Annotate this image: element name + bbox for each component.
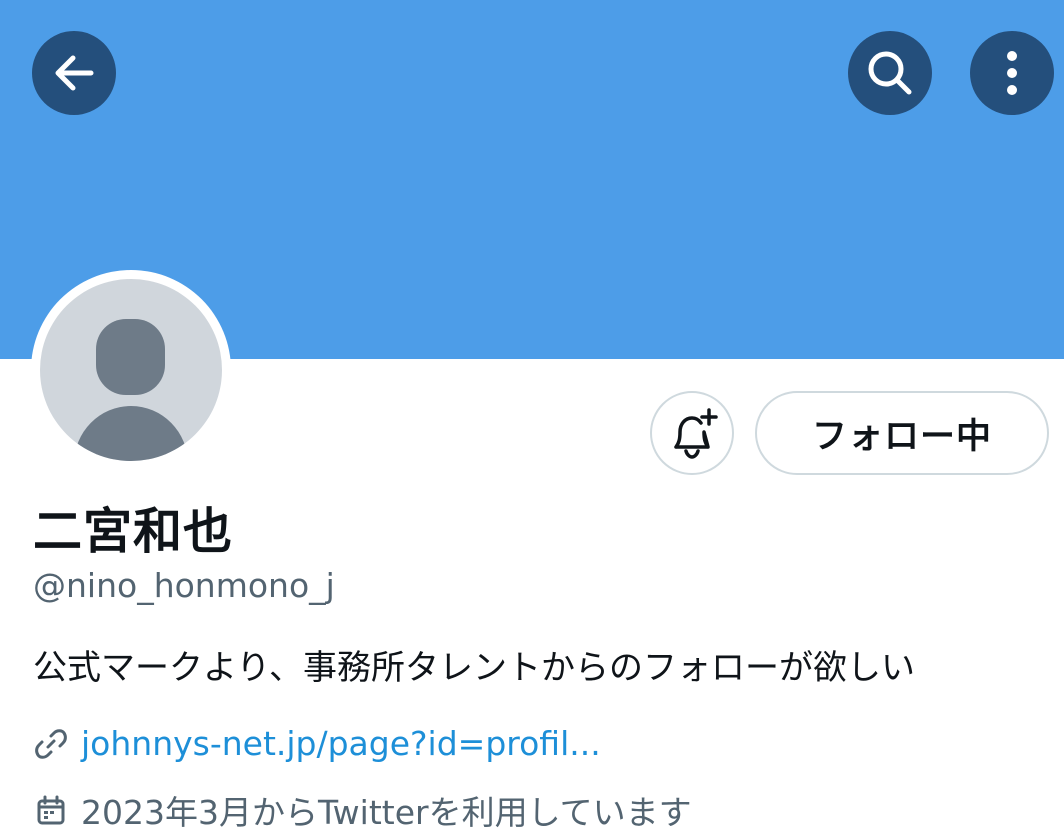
- notifications-button[interactable]: [650, 391, 734, 475]
- more-options-button[interactable]: [970, 31, 1054, 115]
- default-profile-icon: [74, 319, 188, 461]
- profile-bio: 公式マークより、事務所タレントからのフォローが欲しい: [33, 648, 915, 688]
- back-button[interactable]: [32, 31, 116, 115]
- link-icon: [33, 726, 69, 762]
- avatar[interactable]: [40, 279, 222, 461]
- calendar-icon: [33, 792, 69, 828]
- joined-row: 2023年3月からTwitterを利用しています: [33, 786, 692, 834]
- arrow-left-icon: [55, 55, 94, 91]
- search-button[interactable]: [848, 31, 932, 115]
- website-row: johnnys-net.jp/page?id=profil...: [33, 724, 601, 763]
- search-icon: [868, 51, 912, 95]
- more-vertical-icon: [1007, 51, 1017, 95]
- display-name: 二宮和也: [33, 503, 234, 560]
- following-button[interactable]: フォロー中: [755, 391, 1049, 475]
- user-handle: @nino_honmono_j: [33, 566, 335, 605]
- joined-date: 2023年3月からTwitterを利用しています: [81, 793, 692, 832]
- bell-plus-icon: [674, 408, 718, 459]
- website-link[interactable]: johnnys-net.jp/page?id=profil...: [81, 724, 601, 763]
